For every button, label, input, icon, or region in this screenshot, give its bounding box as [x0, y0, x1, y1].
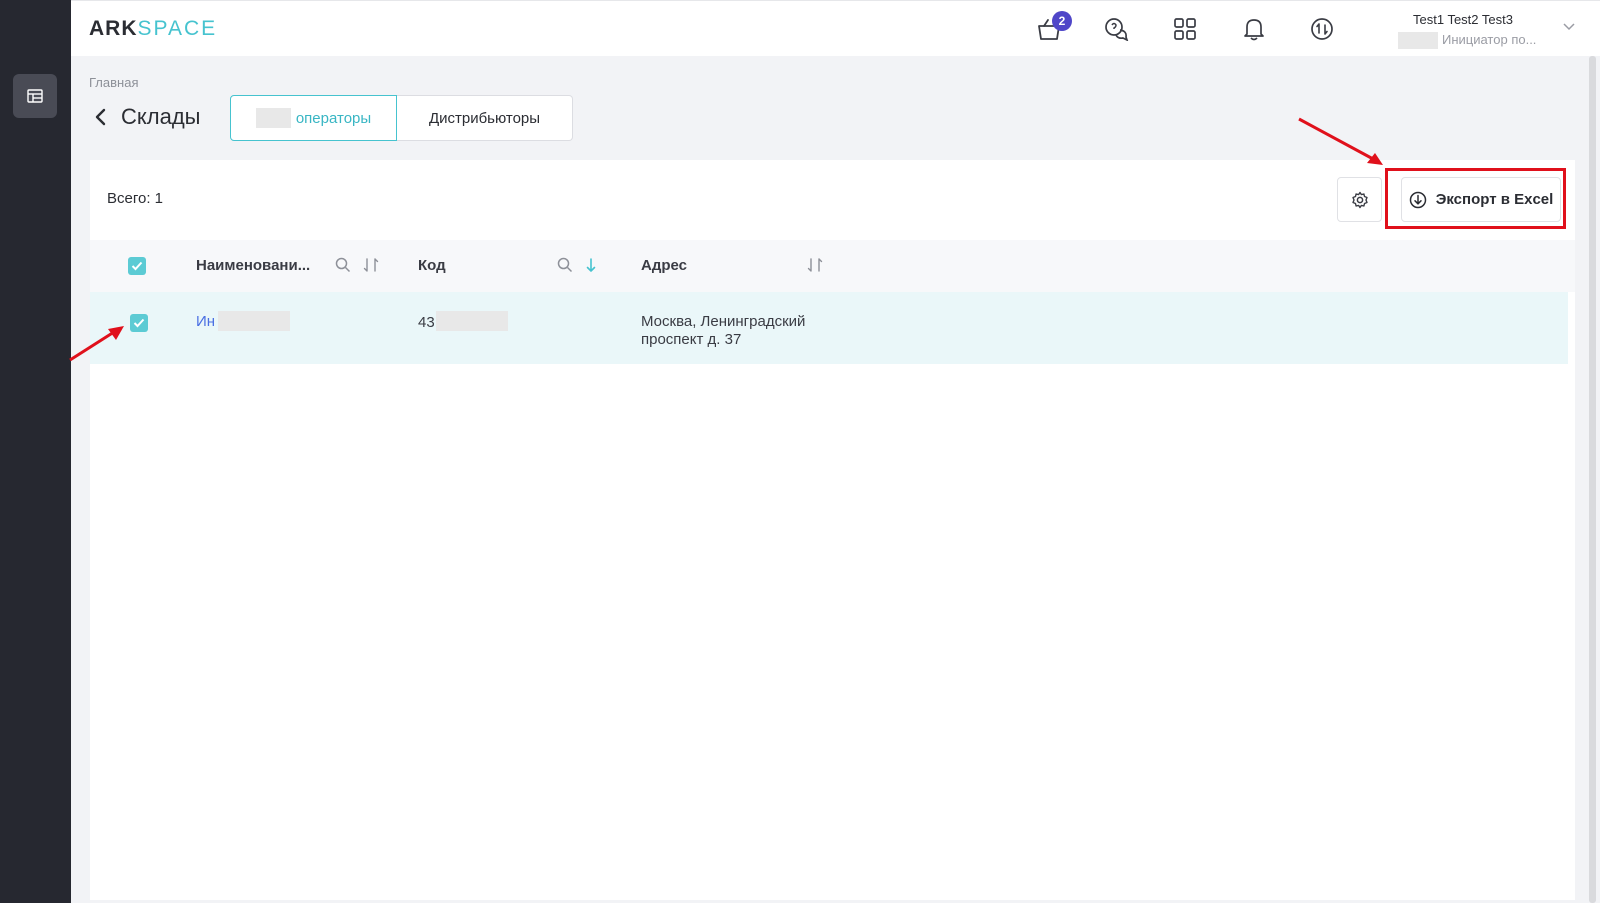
row-checkbox[interactable]	[130, 314, 148, 332]
tab-operators[interactable]: операторы	[230, 95, 397, 141]
total-count: Всего: 1	[107, 190, 164, 207]
support-chat-icon	[1105, 18, 1129, 41]
export-label: Экспорт в Excel	[1435, 191, 1554, 208]
check-icon	[131, 261, 143, 271]
back-button[interactable]	[94, 105, 112, 129]
column-header-address[interactable]: Адрес	[641, 257, 687, 274]
sidebar	[0, 0, 71, 903]
user-role-row: Инициатор по...	[1398, 31, 1578, 49]
sync-icon	[1311, 18, 1333, 40]
notifications-button[interactable]	[1239, 14, 1269, 44]
top-bar: ARKSPACE 2 Test1 Test2 Test3 Инициатор п…	[71, 0, 1600, 56]
bell-icon	[1244, 19, 1264, 41]
sort-icon[interactable]	[362, 256, 380, 274]
table-card: Всего: 1 Экспорт в Excel Наименовани... …	[90, 160, 1575, 900]
sidebar-menu-button[interactable]	[13, 74, 57, 118]
tab-label: операторы	[295, 109, 372, 127]
column-header-code[interactable]: Код	[418, 257, 446, 274]
tabs: операторы Дистрибьюторы	[230, 95, 573, 141]
redacted-block	[218, 311, 290, 331]
table-header: Наименовани... Код Адрес	[90, 240, 1575, 292]
sort-down-icon[interactable]	[582, 256, 600, 274]
redacted-block	[436, 311, 508, 331]
warehouse-name-link[interactable]: Ин	[196, 313, 215, 330]
download-icon	[1409, 191, 1426, 208]
redacted-block	[255, 108, 291, 128]
page-scrollbar[interactable]	[1589, 56, 1596, 903]
title-row: Склады	[94, 95, 200, 139]
sort-icon[interactable]	[806, 256, 824, 274]
apps-grid-icon	[1174, 18, 1196, 40]
table-row[interactable]: Ин 43․ Москва, Ленинградский проспект д.…	[90, 292, 1568, 364]
warehouse-address-line2: проспект д. 37	[641, 331, 742, 348]
cart-button[interactable]: 2	[1034, 11, 1072, 44]
chevron-down-icon	[1563, 23, 1575, 31]
tab-distributors[interactable]: Дистрибьюторы	[397, 95, 573, 141]
table-settings-button[interactable]	[1337, 177, 1382, 222]
select-all-checkbox[interactable]	[128, 257, 146, 275]
user-name: Test1 Test2 Test3	[1413, 12, 1513, 27]
cart-badge: 2	[1052, 11, 1072, 31]
search-icon[interactable]	[556, 256, 574, 274]
page-title: Склады	[121, 104, 201, 129]
apps-grid-button[interactable]	[1170, 14, 1200, 44]
search-icon[interactable]	[334, 256, 352, 274]
check-icon	[133, 318, 145, 328]
export-excel-button[interactable]: Экспорт в Excel	[1401, 177, 1561, 222]
chevron-left-icon	[95, 108, 106, 126]
app-logo[interactable]: ARKSPACE	[89, 17, 217, 41]
support-chat-button[interactable]	[1102, 14, 1132, 44]
tab-label: Дистрибьюторы	[428, 109, 541, 127]
breadcrumb[interactable]: Главная	[89, 75, 138, 90]
user-role: Инициатор по...	[1442, 32, 1537, 47]
warehouse-address-line1: Москва, Ленинградский	[641, 313, 806, 330]
redacted-block	[1398, 32, 1438, 49]
gear-icon	[1351, 191, 1368, 208]
column-header-name[interactable]: Наименовани...	[196, 257, 310, 274]
table-icon	[27, 89, 43, 103]
sync-button[interactable]	[1307, 14, 1337, 44]
